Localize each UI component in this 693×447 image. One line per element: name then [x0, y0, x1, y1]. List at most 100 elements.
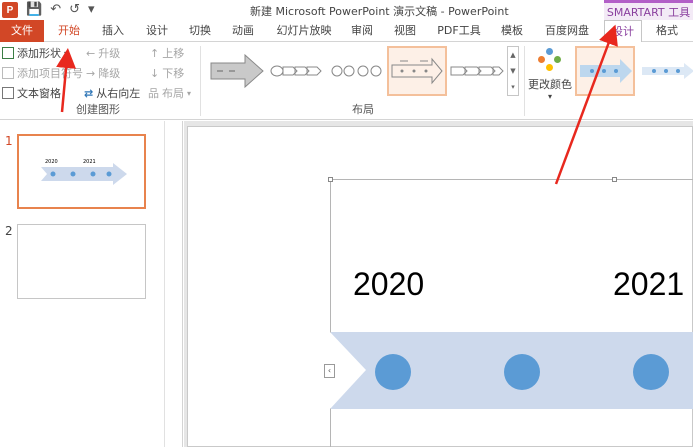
change-colors-icon: [538, 48, 562, 72]
promote-label: 升级: [98, 47, 121, 60]
circle-chain-layout-icon: [331, 65, 382, 77]
create-graphic-group-label: 创建图形: [76, 103, 120, 116]
change-colors-button[interactable]: 更改颜色 ▾: [528, 46, 572, 112]
tab-slideshow[interactable]: 幻灯片放映: [272, 20, 336, 42]
tab-design[interactable]: 设计: [140, 20, 174, 42]
redo-icon[interactable]: ↺: [69, 2, 80, 18]
text-pane-toggle-icon[interactable]: ‹: [324, 364, 335, 378]
segmented-arrow-layout-icon: [450, 66, 504, 76]
pane-splitter[interactable]: [165, 121, 183, 447]
layout-option-arrow[interactable]: [207, 46, 267, 96]
basic-arrow-layout-icon: [210, 53, 264, 89]
tab-smartart-design[interactable]: 设计: [604, 20, 642, 43]
move-up-icon: ↑: [150, 46, 160, 60]
slide-number: 1: [5, 134, 13, 148]
layout-option-circles[interactable]: [327, 46, 387, 96]
smartart-style-option-2[interactable]: [637, 46, 693, 96]
group-separator: [524, 46, 525, 116]
move-up-button[interactable]: ↑ 上移: [150, 44, 184, 62]
add-bullet-icon: [2, 67, 14, 79]
resize-handle[interactable]: [612, 177, 617, 182]
tab-baidu-netdisk[interactable]: 百度网盘: [540, 20, 594, 42]
quick-access-toolbar: P 💾 ↶ ↺ ▾: [2, 1, 95, 19]
timeline-milestone-dot[interactable]: [504, 354, 540, 390]
tab-transitions[interactable]: 切换: [183, 20, 217, 42]
tab-format[interactable]: 格式: [648, 20, 686, 42]
tab-review[interactable]: 审阅: [345, 20, 379, 42]
undo-icon[interactable]: ↶: [50, 2, 61, 18]
customize-qat-icon[interactable]: ▾: [88, 2, 95, 18]
text-pane-icon: [2, 87, 14, 99]
resize-handle[interactable]: [328, 177, 333, 182]
layout-option-timeline[interactable]: [387, 46, 447, 96]
text-pane-label: 文本窗格: [17, 87, 61, 100]
slide-thumbnails-pane: 1 2020 2021 2: [0, 121, 165, 447]
demote-arrow-icon: →: [86, 66, 96, 80]
move-down-icon: ↓: [150, 66, 160, 80]
dropdown-arrow-icon: ▾: [547, 92, 552, 101]
timeline-milestone-dot[interactable]: [633, 354, 669, 390]
demote-label: 降级: [98, 67, 121, 80]
layout-group-label: 布局: [352, 103, 374, 116]
layout-icon: 品: [148, 87, 159, 100]
gallery-more-icon[interactable]: ▾: [511, 83, 515, 91]
dropdown-arrow-icon: ▾: [187, 88, 192, 98]
scroll-down-icon[interactable]: ▼: [510, 67, 515, 75]
timeline-milestone-dot[interactable]: [375, 354, 411, 390]
layout-gallery-scrollbar[interactable]: ▲ ▼ ▾: [507, 46, 519, 96]
title-bar: P 💾 ↶ ↺ ▾ 新建 Microsoft PowerPoint 演示文稿 -…: [0, 0, 693, 20]
timeline-year-label[interactable]: 2020: [353, 266, 424, 303]
style-preview-icon: [580, 59, 632, 83]
move-down-button[interactable]: ↓ 下移: [150, 64, 184, 82]
slide-canvas[interactable]: 2020 2021 ‹: [187, 126, 693, 447]
right-to-left-icon: ⇄: [84, 86, 94, 100]
layout-label: 布局: [162, 87, 184, 100]
window-title: 新建 Microsoft PowerPoint 演示文稿 - PowerPoin…: [250, 5, 509, 18]
smartart-style-option-1[interactable]: [575, 46, 635, 96]
slide-thumbnail-2[interactable]: [17, 224, 146, 299]
add-shape-button[interactable]: 添加形状 ▾: [2, 44, 68, 62]
move-down-label: 下移: [162, 67, 185, 80]
layout-gallery: [205, 46, 505, 98]
timeline-arrow-notch: [330, 332, 366, 409]
tab-pdf-tools[interactable]: PDF工具: [433, 20, 485, 42]
tab-templates[interactable]: 模板: [495, 20, 529, 42]
tab-file[interactable]: 文件: [0, 20, 44, 42]
thumb-timeline-graphic: [41, 163, 127, 185]
demote-button[interactable]: → 降级: [86, 64, 120, 82]
layout-option-flow[interactable]: [447, 46, 507, 96]
timeline-year-label[interactable]: 2021: [613, 266, 684, 303]
slide-thumbnail-1[interactable]: 2020 2021: [17, 134, 146, 209]
move-up-label: 上移: [162, 47, 185, 60]
right-to-left-label: 从右向左: [96, 87, 141, 100]
add-bullet-button[interactable]: 添加项目符号: [2, 64, 83, 82]
add-shape-icon: [2, 47, 14, 59]
layout-button[interactable]: 品 布局 ▾: [148, 84, 191, 102]
powerpoint-logo-icon: P: [2, 2, 18, 18]
basic-timeline-layout-icon: [391, 57, 443, 85]
ribbon-tabs: 文件 开始 插入 设计 切换 动画 幻灯片放映 审阅 视图 PDF工具 模板 百…: [0, 20, 693, 43]
right-to-left-button[interactable]: ⇄ 从右向左: [84, 84, 140, 102]
slide-number: 2: [5, 224, 13, 238]
tab-home[interactable]: 开始: [52, 20, 86, 42]
change-colors-label: 更改颜色: [528, 78, 572, 91]
ribbon: 添加形状 ▾ 添加项目符号 文本窗格 ← 升级 → 降级 ⇄ 从右向左 ↑ 上移…: [0, 42, 693, 120]
promote-button[interactable]: ← 升级: [86, 44, 120, 62]
smartart-tools-label: SMARTART 工具: [604, 0, 693, 20]
add-bullet-label: 添加项目符号: [17, 67, 83, 80]
promote-arrow-icon: ←: [86, 46, 96, 60]
style-preview-icon: [642, 63, 693, 79]
layout-option-chevrons[interactable]: [267, 46, 327, 96]
slide-editing-area: 2020 2021 ‹: [184, 121, 693, 447]
dropdown-arrow-icon[interactable]: ▾: [64, 49, 68, 58]
tab-view[interactable]: 视图: [388, 20, 422, 42]
tab-animations[interactable]: 动画: [226, 20, 260, 42]
save-icon[interactable]: 💾: [26, 2, 42, 18]
add-shape-label: 添加形状: [17, 47, 61, 60]
group-separator: [200, 46, 201, 116]
smartart-graphic[interactable]: 2020 2021 ‹: [324, 177, 693, 447]
tab-insert[interactable]: 插入: [96, 20, 130, 42]
chevron-chain-layout-icon: [270, 65, 322, 77]
scroll-up-icon[interactable]: ▲: [510, 51, 515, 59]
text-pane-button[interactable]: 文本窗格: [2, 84, 61, 102]
